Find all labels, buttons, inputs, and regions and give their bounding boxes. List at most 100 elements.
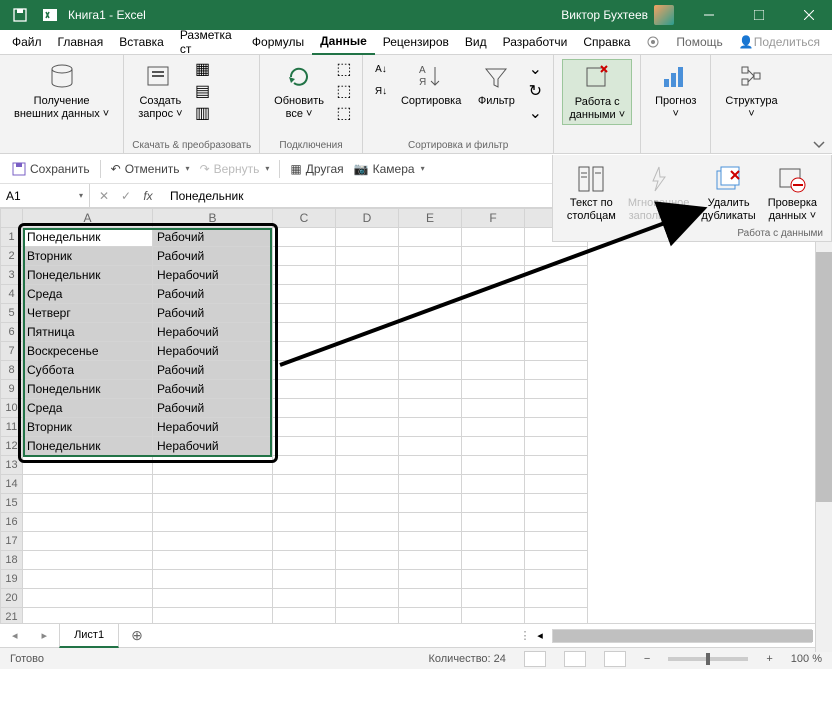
cell-E2[interactable] <box>399 247 462 266</box>
fx-icon[interactable]: fx <box>138 186 158 206</box>
connections-button[interactable]: ⬚ <box>334 59 354 79</box>
row-header-4[interactable]: 4 <box>1 285 23 304</box>
cell-C1[interactable] <box>273 228 336 247</box>
sort-button[interactable]: АЯСортировка <box>395 59 467 110</box>
cell-B3[interactable]: Нерабочий <box>153 266 273 285</box>
enter-formula-icon[interactable]: ✓ <box>116 186 136 206</box>
close-button[interactable] <box>786 0 832 30</box>
horizontal-scrollbar[interactable] <box>552 629 812 643</box>
cell-D10[interactable] <box>336 399 399 418</box>
qa-other-button[interactable]: ▦ Другая <box>290 162 343 176</box>
cell-D8[interactable] <box>336 361 399 380</box>
cell-C16[interactable] <box>273 513 336 532</box>
cell-E16[interactable] <box>399 513 462 532</box>
cell-B19[interactable] <box>153 570 273 589</box>
cell-G2[interactable] <box>525 247 588 266</box>
menu-insert[interactable]: Вставка <box>111 30 172 55</box>
row-header-20[interactable]: 20 <box>1 589 23 608</box>
cell-E3[interactable] <box>399 266 462 285</box>
cell-C15[interactable] <box>273 494 336 513</box>
cell-E11[interactable] <box>399 418 462 437</box>
qa-redo-button[interactable]: ↷ Вернуть ▾ <box>200 162 270 176</box>
cell-C10[interactable] <box>273 399 336 418</box>
cell-B1[interactable]: Рабочий <box>153 228 273 247</box>
view-layout-button[interactable] <box>564 651 586 667</box>
cell-C20[interactable] <box>273 589 336 608</box>
cell-C7[interactable] <box>273 342 336 361</box>
spreadsheet-grid[interactable]: ABCDEFG1ПонедельникРабочий2ВторникРабочи… <box>0 208 832 623</box>
cell-D4[interactable] <box>336 285 399 304</box>
recent-sources-button[interactable]: ▥ <box>193 103 213 123</box>
sort-az-button[interactable]: A↓ <box>371 59 391 79</box>
menu-file[interactable]: Файл <box>4 30 50 55</box>
cell-B9[interactable]: Рабочий <box>153 380 273 399</box>
cell-A12[interactable]: Понедельник <box>23 437 153 456</box>
row-header-18[interactable]: 18 <box>1 551 23 570</box>
cell-F20[interactable] <box>462 589 525 608</box>
forecast-button[interactable]: Прогноз ˅ <box>649 59 702 123</box>
cell-A10[interactable]: Среда <box>23 399 153 418</box>
cell-F10[interactable] <box>462 399 525 418</box>
row-header-17[interactable]: 17 <box>1 532 23 551</box>
cell-C4[interactable] <box>273 285 336 304</box>
cell-B4[interactable]: Рабочий <box>153 285 273 304</box>
cell-E10[interactable] <box>399 399 462 418</box>
cell-F18[interactable] <box>462 551 525 570</box>
cell-F8[interactable] <box>462 361 525 380</box>
cell-B20[interactable] <box>153 589 273 608</box>
cell-E1[interactable] <box>399 228 462 247</box>
row-header-11[interactable]: 11 <box>1 418 23 437</box>
share-button[interactable]: 👤 Поделиться <box>731 30 828 55</box>
add-sheet-button[interactable]: ⊕ <box>119 627 155 644</box>
cell-F6[interactable] <box>462 323 525 342</box>
cell-G4[interactable] <box>525 285 588 304</box>
cell-A16[interactable] <box>23 513 153 532</box>
data-validation-button[interactable]: Проверка данных ˅ <box>762 161 823 225</box>
get-external-data-button[interactable]: Получение внешних данных ˅ <box>8 59 115 123</box>
cell-E7[interactable] <box>399 342 462 361</box>
reapply-button[interactable]: ↻ <box>525 81 545 101</box>
cell-C21[interactable] <box>273 608 336 624</box>
cell-E21[interactable] <box>399 608 462 624</box>
cell-D2[interactable] <box>336 247 399 266</box>
cell-A15[interactable] <box>23 494 153 513</box>
cell-G13[interactable] <box>525 456 588 475</box>
cell-D18[interactable] <box>336 551 399 570</box>
cell-D20[interactable] <box>336 589 399 608</box>
cell-C19[interactable] <box>273 570 336 589</box>
clear-filter-button[interactable]: ⌄ <box>525 59 545 79</box>
cell-G11[interactable] <box>525 418 588 437</box>
col-header-F[interactable]: F <box>462 209 525 228</box>
qa-camera-button[interactable]: 📷 Камера ▾ <box>354 162 425 176</box>
cell-D19[interactable] <box>336 570 399 589</box>
cell-B10[interactable]: Рабочий <box>153 399 273 418</box>
cell-D7[interactable] <box>336 342 399 361</box>
cell-C17[interactable] <box>273 532 336 551</box>
user-account[interactable]: Виктор Бухтеев <box>561 5 674 25</box>
menu-view[interactable]: Вид <box>457 30 495 55</box>
cell-B18[interactable] <box>153 551 273 570</box>
row-header-21[interactable]: 21 <box>1 608 23 624</box>
cell-A13[interactable] <box>23 456 153 475</box>
cell-A18[interactable] <box>23 551 153 570</box>
cell-B14[interactable] <box>153 475 273 494</box>
cell-E6[interactable] <box>399 323 462 342</box>
menu-dev[interactable]: Разработчи <box>495 30 576 55</box>
cell-E8[interactable] <box>399 361 462 380</box>
save-icon[interactable] <box>12 7 28 23</box>
cell-D13[interactable] <box>336 456 399 475</box>
cell-F12[interactable] <box>462 437 525 456</box>
cell-F7[interactable] <box>462 342 525 361</box>
cell-C2[interactable] <box>273 247 336 266</box>
cell-E17[interactable] <box>399 532 462 551</box>
cell-B6[interactable]: Нерабочий <box>153 323 273 342</box>
cell-D1[interactable] <box>336 228 399 247</box>
cell-B12[interactable]: Нерабочий <box>153 437 273 456</box>
cell-A4[interactable]: Среда <box>23 285 153 304</box>
cell-A8[interactable]: Суббота <box>23 361 153 380</box>
split-icon[interactable]: ⋮ <box>518 629 532 642</box>
cell-D17[interactable] <box>336 532 399 551</box>
col-header-A[interactable]: A <box>23 209 153 228</box>
cell-C18[interactable] <box>273 551 336 570</box>
cell-A1[interactable]: Понедельник <box>23 228 153 247</box>
